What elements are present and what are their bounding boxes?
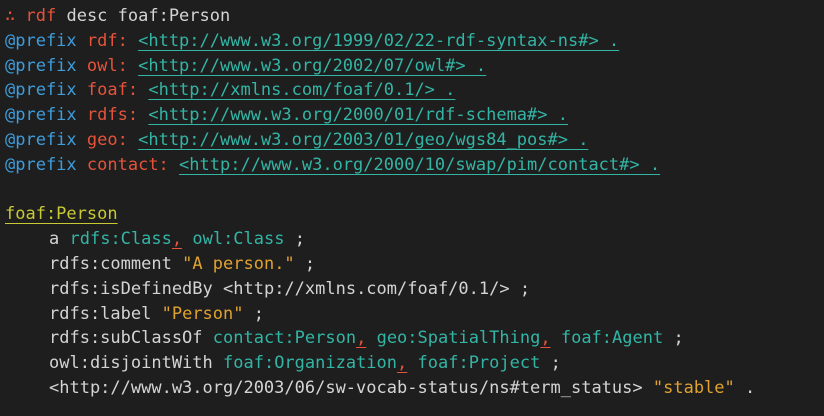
triple-disjoint: owl:disjointWith foaf:Organization, foaf… xyxy=(5,351,824,376)
object-separator: , xyxy=(356,328,367,349)
command-line: ∴ rdf desc foaf:Person xyxy=(5,4,824,29)
statement-end: ; xyxy=(253,303,264,324)
object-term[interactable]: geo:SpatialThing xyxy=(377,328,541,348)
predicate-iri: <http://www.w3.org/2003/06/sw-vocab-stat… xyxy=(49,377,643,398)
predicate: rdfs:label xyxy=(49,303,152,324)
prefix-keyword: @prefix xyxy=(5,80,77,101)
prefix-keyword: @prefix xyxy=(5,30,77,51)
terminal-window[interactable]: ∴ rdf desc foaf:Person @prefix rdf: <htt… xyxy=(0,0,824,416)
predicate: rdfs:subClassOf xyxy=(49,328,203,349)
object-term[interactable]: foaf:Agent xyxy=(561,328,663,348)
prefix-line: @prefix foaf: <http://xmlns.com/foaf/0.1… xyxy=(5,78,824,103)
prefix-name: rdfs: xyxy=(86,105,139,126)
object-term[interactable]: foaf:Organization xyxy=(223,353,397,373)
prefix-name: rdf: xyxy=(86,30,128,51)
triple-status: <http://www.w3.org/2003/06/sw-vocab-stat… xyxy=(5,376,824,401)
string-literal: "stable" xyxy=(652,377,735,398)
subject-link[interactable]: foaf:Person xyxy=(5,204,118,224)
string-literal: "Person" xyxy=(161,303,244,324)
prefix-keyword: @prefix xyxy=(5,129,77,150)
prefix-iri-link[interactable]: <http://www.w3.org/2000/10/swap/pim/cont… xyxy=(179,155,660,175)
prefix-keyword: @prefix xyxy=(5,154,77,175)
triple-label: rdfs:label "Person" ; xyxy=(5,302,824,327)
prefix-keyword: @prefix xyxy=(5,55,77,76)
statement-end: ; xyxy=(294,229,305,250)
prefix-line: @prefix rdfs: <http://www.w3.org/2000/01… xyxy=(5,103,824,128)
prompt-symbol: ∴ xyxy=(5,6,16,26)
prefix-name: geo: xyxy=(86,129,128,150)
predicate: rdfs:comment xyxy=(49,253,172,274)
object-term[interactable]: rdfs:Class xyxy=(70,229,172,249)
command-args: desc foaf:Person xyxy=(66,6,231,26)
object-separator: , xyxy=(171,229,183,250)
prefix-iri-link[interactable]: <http://www.w3.org/1999/02/22-rdf-syntax… xyxy=(138,31,619,51)
prefix-iri-link[interactable]: <http://xmlns.com/foaf/0.1/> . xyxy=(148,80,455,100)
prefix-line: @prefix geo: <http://www.w3.org/2003/01/… xyxy=(5,128,824,153)
predicate: a xyxy=(49,229,60,250)
prefix-name: contact: xyxy=(86,154,169,175)
prefix-iri-link[interactable]: <http://www.w3.org/2000/01/rdf-schema#> … xyxy=(148,105,568,125)
prefix-name: foaf: xyxy=(86,80,139,101)
subject-line: foaf:Person xyxy=(5,202,824,227)
object-term[interactable]: contact:Person xyxy=(213,328,356,348)
predicate: owl:disjointWith xyxy=(49,353,213,374)
statement-end: . xyxy=(745,377,756,398)
triple-subclass: rdfs:subClassOf contact:Person, geo:Spat… xyxy=(5,326,824,351)
object-separator: , xyxy=(397,353,408,374)
statement-end: ; xyxy=(550,353,561,374)
prefix-iri-link[interactable]: <http://www.w3.org/2002/07/owl#> . xyxy=(138,56,486,76)
triple-comment: rdfs:comment "A person." ; xyxy=(5,252,824,277)
statement-end: ; xyxy=(304,253,316,274)
prefix-line: @prefix rdf: <http://www.w3.org/1999/02/… xyxy=(5,29,824,54)
object-separator: , xyxy=(540,328,551,349)
statement-end: ; xyxy=(673,328,684,349)
predicate: rdfs:isDefinedBy xyxy=(49,278,213,299)
string-literal: "A person." xyxy=(182,253,295,274)
prefix-keyword: @prefix xyxy=(5,105,77,126)
prefix-line: @prefix owl: <http://www.w3.org/2002/07/… xyxy=(5,54,824,79)
command-program: rdf xyxy=(25,6,57,26)
prefix-iri-link[interactable]: <http://www.w3.org/2003/01/geo/wgs84_pos… xyxy=(138,130,588,150)
prefix-name: owl: xyxy=(86,55,128,76)
triple-type: a rdfs:Class, owl:Class ; xyxy=(5,227,824,252)
object-term[interactable]: foaf:Project xyxy=(418,353,541,373)
object-term[interactable]: owl:Class xyxy=(192,229,284,249)
iri-value: <http://xmlns.com/foaf/0.1/> xyxy=(223,278,510,299)
statement-end: ; xyxy=(519,278,531,299)
prefix-line: @prefix contact: <http://www.w3.org/2000… xyxy=(5,153,824,178)
triple-defined-by: rdfs:isDefinedBy <http://xmlns.com/foaf/… xyxy=(5,277,824,302)
